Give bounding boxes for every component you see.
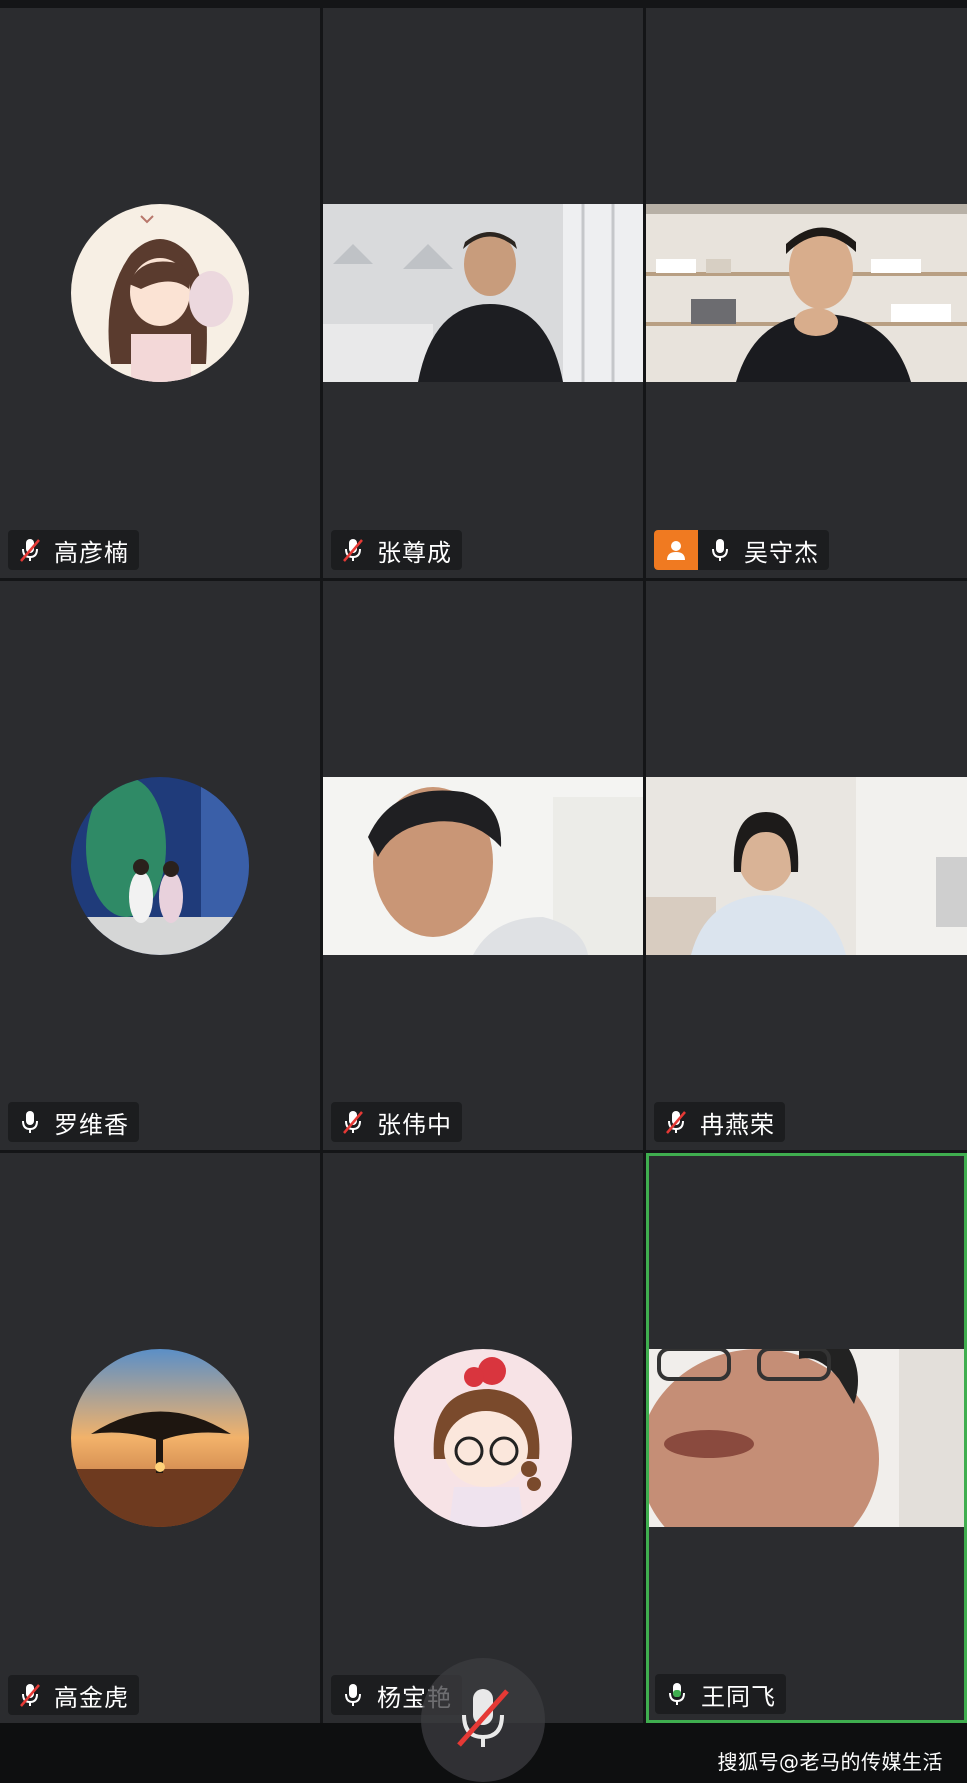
microphone-muted-icon (12, 530, 48, 570)
microphone-icon (12, 1102, 48, 1142)
participant-tile[interactable]: 杨宝艳 (323, 1153, 643, 1723)
participant-name-tag: 张尊成 (331, 530, 462, 570)
avatar-photo-sunset-tree (71, 1349, 249, 1527)
participant-tile[interactable]: 吴守杰 (646, 8, 967, 578)
host-person-icon (654, 530, 698, 570)
participant-name-tag: 张伟中 (331, 1102, 462, 1142)
participant-grid: 高彦楠 张尊成 吴守杰 罗维香 张伟中 冉燕荣 高金虎 杨宝艳 王同飞 (0, 8, 967, 1723)
participant-name: 罗维香 (54, 1110, 129, 1139)
microphone-speaking-icon (659, 1674, 695, 1714)
microphone-icon (335, 1675, 371, 1715)
participant-name: 高彦楠 (54, 538, 129, 567)
mute-toggle-button[interactable] (421, 1658, 545, 1782)
participant-name-tag: 吴守杰 (654, 530, 829, 570)
avatar-photo-aquarium (71, 777, 249, 955)
active-speaker-tile[interactable]: 王同飞 (646, 1153, 967, 1723)
participant-name-tag: 罗维香 (8, 1102, 139, 1142)
video-feed (646, 204, 967, 382)
microphone-muted-icon (455, 1685, 511, 1755)
participant-name: 冉燕荣 (700, 1110, 775, 1139)
video-feed (646, 777, 967, 955)
participant-name: 高金虎 (54, 1683, 129, 1712)
video-feed (323, 204, 643, 382)
participant-name: 吴守杰 (744, 538, 819, 567)
participant-tile[interactable]: 冉燕荣 (646, 581, 967, 1150)
participant-name: 王同飞 (701, 1682, 776, 1711)
microphone-muted-icon (658, 1102, 694, 1142)
microphone-muted-icon (335, 1102, 371, 1142)
participant-name: 张尊成 (377, 538, 452, 567)
microphone-muted-icon (12, 1675, 48, 1715)
participant-tile[interactable]: 张伟中 (323, 581, 643, 1150)
participant-tile[interactable]: 高金虎 (0, 1153, 320, 1723)
participant-name: 张伟中 (377, 1110, 452, 1139)
microphone-icon (702, 530, 738, 570)
participant-tile[interactable]: 罗维香 (0, 581, 320, 1150)
microphone-muted-icon (335, 530, 371, 570)
participant-name-tag: 高彦楠 (8, 530, 139, 570)
participant-tile[interactable]: 张尊成 (323, 8, 643, 578)
avatar-illustrated-girl-glasses (394, 1349, 572, 1527)
watermark-text: 搜狐号@老马的传媒生活 (717, 1750, 943, 1774)
participant-name-tag: 王同飞 (655, 1674, 786, 1714)
avatar-illustrated-girl (71, 204, 249, 382)
participant-name-tag: 冉燕荣 (654, 1102, 785, 1142)
participant-tile[interactable]: 高彦楠 (0, 8, 320, 578)
participant-name-tag: 高金虎 (8, 1675, 139, 1715)
video-feed (323, 777, 643, 955)
video-feed (649, 1349, 964, 1527)
